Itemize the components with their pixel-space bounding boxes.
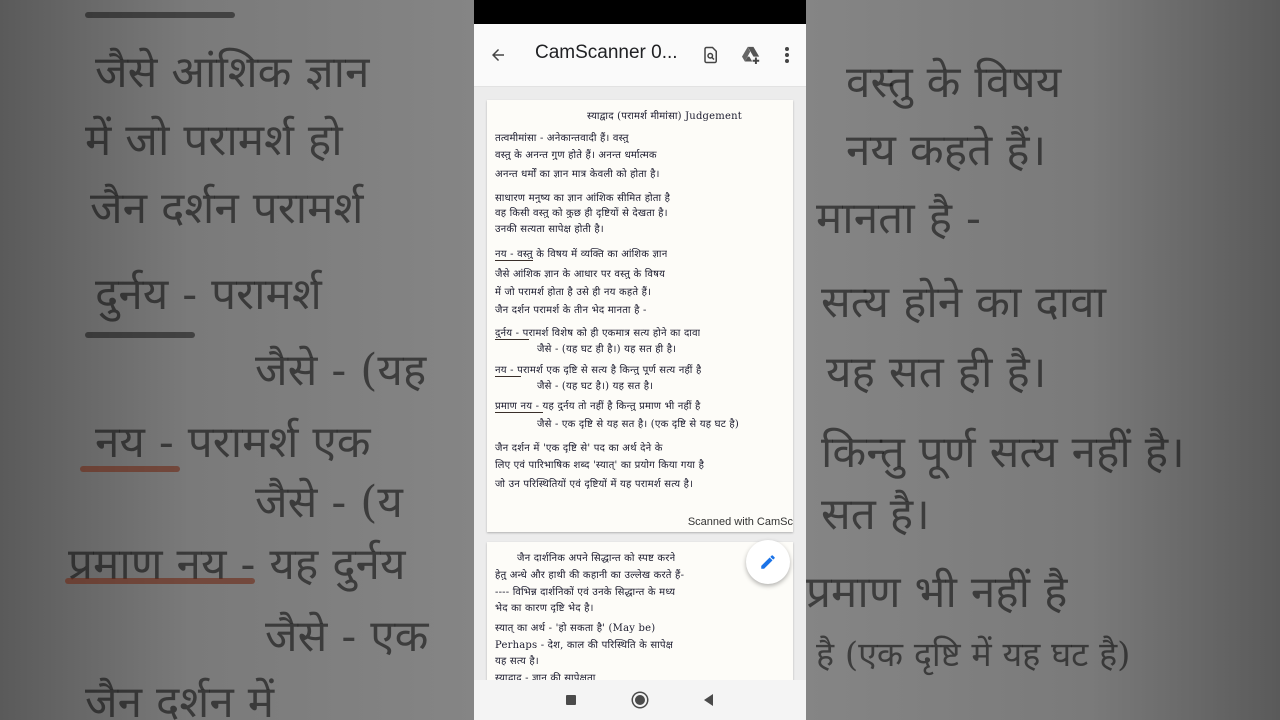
background-blur-right: वस्तु के विषय नय कहते हैं। मानता है - सत… — [806, 0, 1280, 720]
handwritten-line: तत्वमीमांसा - अनेकान्तवादी हैं। वस्तु — [495, 133, 629, 143]
background-text: जैसे - एक — [265, 611, 429, 662]
scan-watermark: Scanned with CamSc — [687, 516, 793, 528]
background-text: जैसे - (यह — [255, 345, 427, 396]
handwritten-line: नय - वस्तु के विषय में व्यक्ति का आंशिक … — [495, 249, 668, 259]
handwritten-line: प्रमाण नय - यह दुर्नय तो नहीं है किन्तु … — [495, 401, 701, 411]
handwritten-line: उनकी सत्यता सापेक्ष होती है। — [495, 224, 604, 234]
handwritten-line: दुर्नय - परामर्श विशेष को ही एकमात्र सत्… — [495, 328, 701, 338]
handwritten-line: स्यात् का अर्थ - 'हो सकता है' (May be) — [495, 623, 656, 633]
handwritten-line: में जो परामर्श होता है उसे ही नय कहते है… — [495, 287, 652, 297]
background-text: जैन दर्शन परामर्श — [90, 183, 364, 234]
background-text: में जो परामर्श हो — [85, 115, 343, 166]
home-circle-icon[interactable] — [630, 690, 650, 710]
underline-stroke — [495, 260, 533, 261]
drive-add-icon[interactable] — [735, 24, 767, 86]
handwritten-line: लिए एवं पारिभाषिक शब्द 'स्यात्' का प्रयो… — [495, 460, 705, 470]
handwritten-line: जैसे आंशिक ज्ञान के आधार पर वस्तु के विष… — [495, 269, 666, 279]
handwritten-line: जैन दार्शनिक अपने सिद्धान्त को स्पष्ट कर… — [517, 553, 676, 563]
handwritten-line: ---- विभिन्न दार्शनिकों एवं उनके सिद्धान… — [495, 587, 676, 597]
background-text: दुर्नय - परामर्श — [95, 269, 322, 320]
arrow-back-icon[interactable] — [482, 24, 514, 86]
handwritten-line: वह किसी वस्तु को कुछ ही दृष्टियों से देख… — [495, 208, 668, 218]
document-title: CamScanner 0... — [535, 42, 678, 63]
handwritten-line: Perhaps - देश, काल की परिस्थिति के सापेक… — [495, 640, 674, 650]
handwritten-line: जो उन परिस्थितियों एवं दृष्टियों में यह … — [495, 479, 694, 489]
handwritten-line: भेद का कारण दृष्टि भेद है। — [495, 603, 594, 613]
more-vert-icon[interactable] — [771, 24, 803, 86]
background-ink-stroke — [85, 12, 235, 18]
back-triangle-icon[interactable] — [699, 690, 719, 710]
recents-square-icon[interactable] — [561, 690, 581, 710]
background-text: मानता है - — [816, 193, 981, 244]
handwritten-line: यह सत्य है। — [495, 656, 539, 666]
handwritten-line: जैन दर्शन परामर्श के तीन भेद मानता है - — [495, 305, 647, 315]
handwritten-line: साधारण मनुष्य का ज्ञान आंशिक सीमित होता … — [495, 193, 671, 203]
background-text: जैसे आंशिक ज्ञान — [95, 47, 370, 98]
document-search-icon[interactable] — [695, 24, 727, 86]
handwritten-line: वस्तु के अनन्त गुण होते हैं। अनन्त धर्मा… — [495, 150, 657, 160]
system-navigation-bar — [474, 680, 806, 720]
background-text: वस्तु के विषय — [846, 57, 1062, 108]
background-ink-stroke — [85, 332, 195, 338]
handwritten-line: हेतु अन्धे और हाथी की कहानी का उल्लेख कर… — [495, 570, 685, 580]
underline-stroke — [495, 339, 529, 340]
scanned-page-1: स्याद्वाद (परामर्श मीमांसा) Judgement तत… — [487, 100, 793, 532]
handwritten-line: जैसे - एक दृष्टि से यह सत है। (एक दृष्टि… — [537, 419, 739, 429]
phone-screen: CamScanner 0... स्याद्वाद (परामर्श मीमां… — [474, 0, 806, 720]
app-bar: CamScanner 0... — [474, 24, 806, 87]
status-bar — [474, 0, 806, 24]
handwritten-line: नय - परामर्श एक दृष्टि से सत्य है किन्तु… — [495, 365, 702, 375]
handwritten-line: जैसे - (यह घट है।) यह सत है। — [537, 381, 654, 391]
background-text: प्रमाण भी नहीं है — [806, 567, 1068, 618]
handwritten-line: जैन दर्शन में 'एक दृष्टि से' पद का अर्थ … — [495, 443, 663, 453]
handwritten-line: स्याद्वाद (परामर्श मीमांसा) Judgement — [587, 111, 742, 121]
underline-stroke — [495, 376, 521, 377]
background-text: नय - परामर्श एक — [95, 417, 371, 468]
document-viewer[interactable]: स्याद्वाद (परामर्श मीमांसा) Judgement तत… — [474, 87, 806, 680]
background-text: सत है। — [821, 489, 930, 540]
background-text: किन्तु पूर्ण सत्य नहीं है। — [821, 427, 1185, 478]
background-text: है (एक दृष्टि में यह घट है) — [816, 635, 1131, 675]
handwritten-line: स्याद्वाद - ज्ञान की सापेक्षता — [495, 673, 596, 680]
background-ink-stroke — [65, 578, 255, 584]
background-text: यह सत ही है। — [826, 347, 1047, 398]
background-blur-left: जैसे आंशिक ज्ञान में जो परामर्श हो जैन द… — [0, 0, 474, 720]
handwritten-line: जैसे - (यह घट ही है।) यह सत ही है। — [537, 344, 677, 354]
edit-pencil-icon[interactable] — [746, 540, 790, 584]
handwritten-line: अनन्त धर्मों का ज्ञान मात्र केवली को होत… — [495, 169, 660, 179]
background-text: नय कहते हैं। — [846, 125, 1047, 176]
underline-stroke — [495, 412, 543, 413]
background-text: जैसे - (य — [255, 477, 403, 528]
background-text: जैन दर्शन में — [85, 677, 275, 720]
background-text: सत्य होने का दावा — [821, 277, 1106, 328]
background-ink-stroke — [80, 466, 180, 472]
